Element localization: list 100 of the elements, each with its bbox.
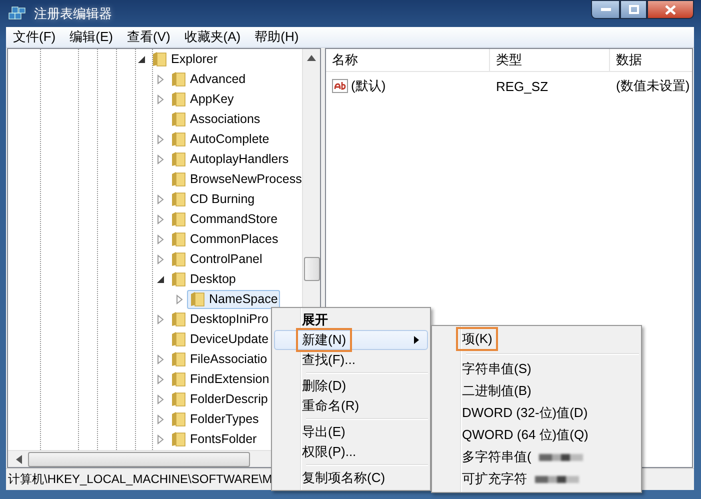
tree-item[interactable]: Associations (168, 110, 262, 128)
close-icon (665, 4, 676, 14)
tree-item[interactable]: Explorer (149, 50, 220, 68)
tree-item[interactable]: DesktopIniPro (168, 310, 271, 328)
menu-item[interactable]: 重命名(R) (274, 396, 428, 416)
folder-icon (171, 171, 186, 187)
status-text: 计算机\HKEY_LOCAL_MACHINE\SOFTWARE\M (8, 471, 272, 488)
maximize-button[interactable] (620, 0, 647, 19)
menu-item[interactable]: 删除(D) (274, 376, 428, 396)
tree-item[interactable]: CD Burning (168, 190, 257, 208)
menu-bar-item[interactable]: 收藏夹(A) (177, 28, 248, 46)
tree-item[interactable]: FindExtension (168, 370, 272, 388)
menu-item[interactable]: 查找(F)... (274, 350, 428, 370)
string-value-icon (332, 79, 348, 93)
menu-label: 多字符串值( (461, 448, 532, 466)
collapsed-arrow-icon[interactable] (155, 254, 166, 264)
folder-icon (171, 91, 186, 107)
folder-icon (171, 351, 186, 367)
tree-item[interactable]: AutoplayHandlers (168, 150, 291, 168)
collapsed-arrow-icon[interactable] (155, 74, 166, 84)
folder-icon (171, 391, 186, 407)
folder-icon (171, 251, 186, 267)
collapsed-arrow-icon[interactable] (174, 294, 185, 304)
folder-icon (171, 71, 186, 87)
table-cell: (默认) (351, 77, 386, 95)
menu-label: 删除(D) (301, 377, 348, 395)
menu-label: 可扩充字符 (461, 470, 528, 488)
tree-item[interactable]: FontsFolder (168, 430, 259, 448)
folder-icon (171, 431, 186, 447)
menu-label: 字符串值(S) (461, 360, 532, 378)
scroll-left-icon[interactable] (16, 454, 22, 464)
menu-bar-item[interactable]: 文件(F) (6, 28, 63, 46)
collapsed-arrow-icon[interactable] (155, 234, 166, 244)
menu-bar-item[interactable]: 帮助(H) (248, 28, 306, 46)
folder-icon (171, 111, 186, 127)
menu-item[interactable]: 新建(N) (274, 330, 428, 350)
scrollbar-thumb[interactable] (304, 257, 320, 281)
menu-item[interactable]: 展开 (274, 310, 428, 330)
menu-label: QWORD (64 位)值(Q) (461, 426, 590, 444)
column-header[interactable]: 名称 (326, 49, 490, 71)
tree-item[interactable]: FileAssociatio (168, 350, 270, 368)
table-cell: (数值未设置) (616, 77, 690, 95)
menu-bar-item[interactable]: 查看(V) (120, 28, 178, 46)
collapsed-arrow-icon[interactable] (155, 194, 166, 204)
menu-label: 展开 (301, 311, 329, 329)
menu-item[interactable]: 二进制值(B) (434, 380, 639, 402)
menu-item[interactable]: DWORD (32-位)值(D) (434, 402, 639, 424)
tree-item[interactable]: AutoComplete (168, 130, 272, 148)
close-button[interactable] (647, 0, 694, 19)
collapsed-arrow-icon[interactable] (155, 154, 166, 164)
tree-item[interactable]: Desktop (168, 270, 238, 288)
collapsed-arrow-icon[interactable] (155, 134, 166, 144)
tree-item[interactable]: ControlPanel (168, 250, 264, 268)
tree-item[interactable]: CommonPlaces (168, 230, 280, 248)
scrollbar-thumb[interactable] (28, 452, 250, 466)
menu-item[interactable]: 导出(E) (274, 422, 428, 442)
menu-label: DWORD (32-位)值(D) (461, 404, 589, 422)
column-header[interactable]: 类型 (490, 49, 610, 71)
registry-cubes-icon (8, 4, 28, 22)
menu-label: 复制项名称(C) (301, 469, 386, 487)
menu-label: 重命名(R) (301, 397, 360, 415)
menu-label: 导出(E) (301, 423, 346, 441)
tree-item[interactable]: CommandStore (168, 210, 280, 228)
menu-label: 二进制值(B) (461, 382, 532, 400)
tree-item[interactable]: DeviceUpdate (168, 330, 271, 348)
column-header[interactable]: 数据 (610, 49, 690, 71)
tree-item[interactable]: AppKey (168, 90, 236, 108)
minimize-button[interactable] (591, 0, 620, 19)
collapsed-arrow-icon[interactable] (155, 414, 166, 424)
menu-item[interactable]: 可扩充字符 (434, 468, 639, 490)
scroll-up-icon[interactable] (307, 55, 316, 61)
folder-icon (171, 231, 186, 247)
collapsed-arrow-icon[interactable] (155, 354, 166, 364)
maximize-icon (628, 5, 638, 14)
collapsed-arrow-icon[interactable] (155, 214, 166, 224)
collapsed-arrow-icon[interactable] (155, 394, 166, 404)
folder-icon (171, 371, 186, 387)
menu-item[interactable]: QWORD (64 位)值(Q) (434, 424, 639, 446)
folder-icon (171, 311, 186, 327)
collapsed-arrow-icon[interactable] (155, 314, 166, 324)
menu-bar-item[interactable]: 编辑(E) (62, 28, 120, 46)
menu-label: 查找(F)... (301, 351, 356, 369)
menu-item[interactable]: 权限(P)... (274, 442, 428, 462)
folder-icon (152, 51, 167, 67)
minimize-icon (600, 8, 610, 11)
tree-item[interactable]: BrowseNewProcess (168, 170, 302, 188)
tree-item[interactable]: NameSpace (187, 290, 280, 308)
expanded-arrow-icon[interactable] (155, 274, 166, 284)
tree-item[interactable]: FolderDescrip (168, 390, 270, 408)
tree-item[interactable]: FolderTypes (168, 410, 261, 428)
collapsed-arrow-icon[interactable] (155, 94, 166, 104)
highlight-frame: 新建(N) (296, 328, 352, 352)
menu-item[interactable]: 复制项名称(C) (274, 468, 428, 488)
collapsed-arrow-icon[interactable] (155, 434, 166, 444)
menu-item[interactable]: 多字符串值( (434, 446, 639, 468)
expanded-arrow-icon[interactable] (136, 54, 147, 64)
menu-item[interactable]: 项(K) (434, 328, 639, 350)
tree-item[interactable]: Advanced (168, 70, 248, 88)
collapsed-arrow-icon[interactable] (155, 374, 166, 384)
menu-item[interactable]: 字符串值(S) (434, 358, 639, 380)
